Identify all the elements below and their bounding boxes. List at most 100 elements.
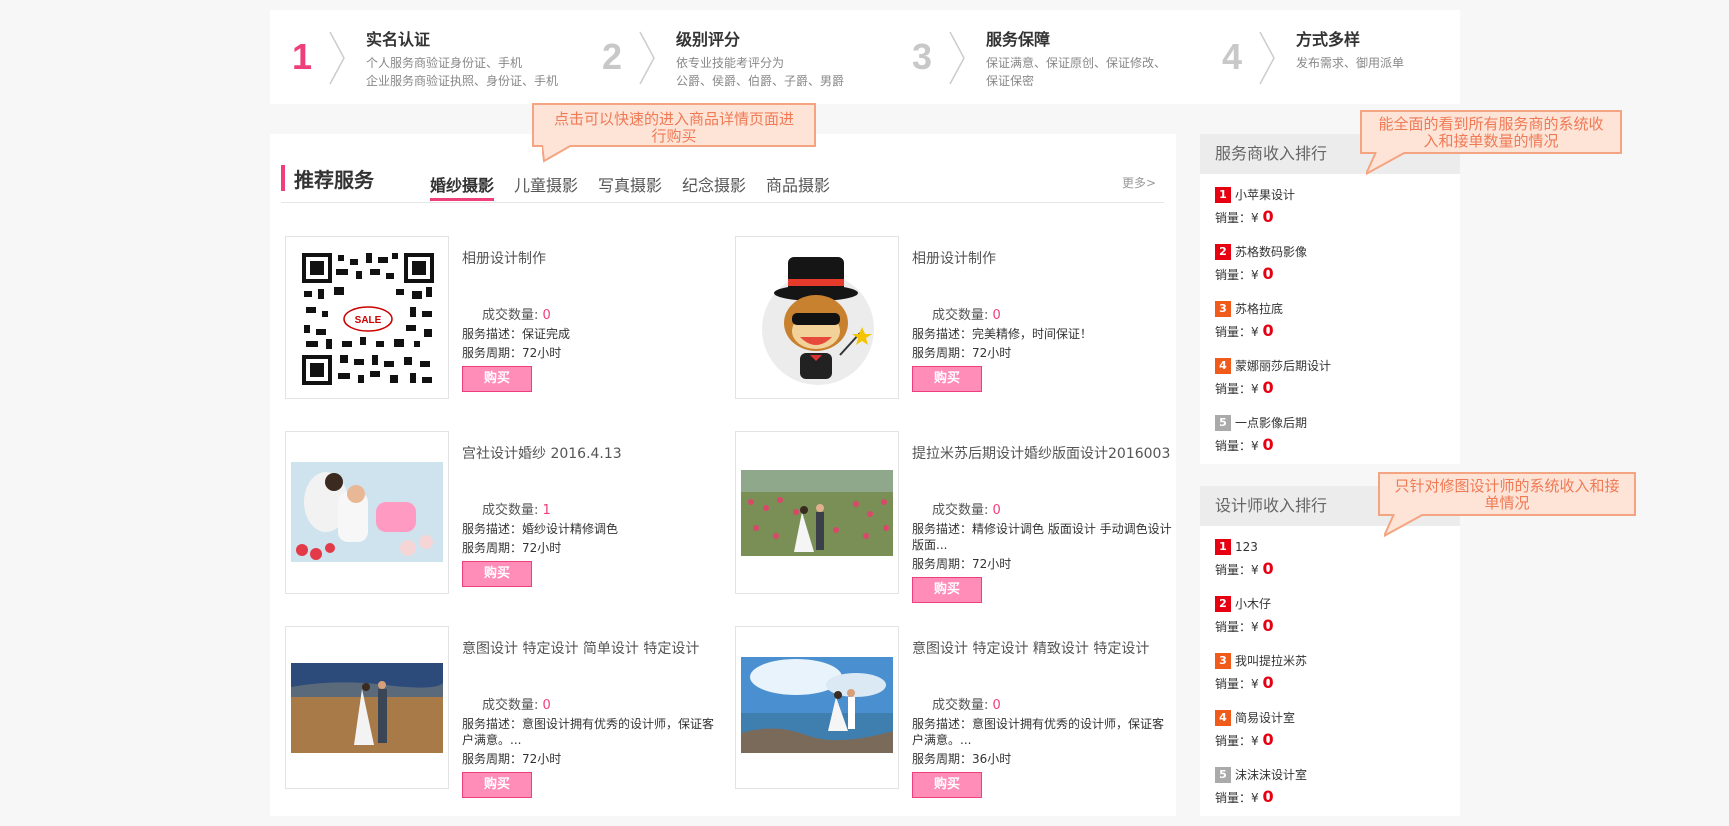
rank-badge: 4 (1215, 357, 1231, 374)
tab-children[interactable]: 儿童摄影 (514, 172, 578, 196)
callout-buy-tip: 点击可以快速的进入商品详情页面进行购买 (532, 103, 816, 163)
deal-count: 成交数量: 0 (482, 308, 551, 323)
divider (281, 202, 1164, 203)
buy-button[interactable]: 购买 (462, 772, 532, 798)
service-period: 服务周期：72小时 (462, 752, 562, 766)
ranking-item[interactable]: 3 苏格拉底 销量：¥ 0 (1215, 298, 1283, 340)
service-card: SALE 相册设计制作 成交数量: 0 服务描述：保证完成 服务周期：72小时 … (285, 236, 725, 400)
sales-value: 销量：¥ 0 (1215, 207, 1274, 226)
chevron-right-icon (639, 31, 655, 85)
step-number: 1 (292, 36, 313, 77)
provider-name[interactable]: 小苹果设计 (1235, 188, 1295, 202)
ranking-item[interactable]: 1 小苹果设计 销量：¥ 0 (1215, 184, 1295, 226)
chevron-right-icon (949, 31, 965, 85)
callout-pointer (1366, 152, 1407, 176)
provider-name[interactable]: 苏格拉底 (1235, 302, 1283, 316)
step-number: 3 (912, 36, 933, 77)
buy-button[interactable]: 购买 (462, 561, 532, 587)
deal-count: 成交数量: 0 (932, 308, 1001, 323)
tab-product[interactable]: 商品摄影 (766, 172, 830, 196)
step-1: 1 实名认证 个人服务商验证身份证、手机 企业服务商验证执照、身份证、手机 (270, 10, 570, 104)
desert-couple-photo-image[interactable] (285, 626, 449, 789)
more-link[interactable]: 更多> (1122, 174, 1156, 191)
step-desc: 依专业技能考评分为 公爵、侯爵、伯爵、子爵、男爵 (676, 56, 845, 88)
monkey-mascot-image[interactable] (735, 236, 899, 399)
callout-pointer (542, 145, 573, 163)
ranking-item[interactable]: 2 苏格数码影像 销量：¥ 0 (1215, 241, 1307, 283)
ranking-item[interactable]: 4 蒙娜丽莎后期设计 销量：¥ 0 (1215, 355, 1331, 397)
service-card: 意图设计 特定设计 精致设计 特定设计 成交数量: 0 服务描述：意图设计拥有优… (735, 626, 1175, 798)
qr-code-image[interactable]: SALE (285, 236, 449, 399)
ranking-item[interactable]: 1 123 销量：¥ 0 (1215, 536, 1274, 578)
ranking-item[interactable]: 5 一点影像后期 销量：¥ 0 (1215, 412, 1307, 454)
service-card: 宫社设计婚纱 2016.4.13 成交数量: 1 服务描述：婚纱设计精修调色 服… (285, 431, 725, 595)
service-period: 服务周期：72小时 (912, 346, 1012, 360)
step-title: 服务保障 (986, 30, 1051, 49)
section-accent-bar (281, 165, 285, 191)
chevron-right-icon (1259, 31, 1275, 85)
rank-badge: 5 (1215, 766, 1231, 783)
sales-value: 销量：¥ 0 (1215, 616, 1274, 635)
provider-name[interactable]: 一点影像后期 (1235, 416, 1307, 430)
step-desc: 发布需求、御用派单 (1296, 56, 1405, 70)
rank-badge: 2 (1215, 595, 1231, 612)
rank-badge: 2 (1215, 243, 1231, 260)
step-title: 级别评分 (676, 30, 741, 49)
service-card: 相册设计制作 成交数量: 0 服务描述：完美精修，时间保证！ 服务周期：72小时… (735, 236, 1175, 400)
provider-name[interactable]: 蒙娜丽莎后期设计 (1235, 359, 1331, 373)
sales-value: 销量：¥ 0 (1215, 378, 1274, 397)
service-period: 服务周期：72小时 (462, 541, 562, 555)
step-3: 3 服务保障 保证满意、保证原创、保证修改、 保证保密 (890, 10, 1190, 104)
chevron-right-icon (329, 31, 345, 85)
buy-button[interactable]: 购买 (912, 366, 982, 392)
service-name[interactable]: 意图设计 特定设计 简单设计 特定设计 (462, 638, 699, 658)
buy-button[interactable]: 购买 (912, 577, 982, 603)
rank-badge: 5 (1215, 414, 1231, 431)
tab-portrait[interactable]: 写真摄影 (598, 172, 662, 196)
step-number: 2 (602, 36, 623, 77)
service-desc: 服务描述：意图设计拥有优秀的设计师，保证客户满意。... (462, 717, 715, 747)
step-number: 4 (1222, 36, 1243, 77)
recommended-services-panel: 推荐服务 婚纱摄影 儿童摄影 写真摄影 纪念摄影 商品摄影 更多> SALE 相… (270, 134, 1176, 816)
service-desc: 服务描述：婚纱设计精修调色 (462, 522, 619, 536)
step-desc: 保证满意、保证原创、保证修改、 保证保密 (986, 56, 1167, 88)
buy-button[interactable]: 购买 (912, 772, 982, 798)
service-period: 服务周期：72小时 (912, 557, 1012, 571)
service-name[interactable]: 意图设计 特定设计 精致设计 特定设计 (912, 638, 1149, 658)
rank-badge: 3 (1215, 300, 1231, 317)
seaside-couple-photo-image[interactable] (735, 626, 899, 789)
callout-designer-ranking-tip: 只针对修图设计师的系统收入和接单情况 (1378, 472, 1636, 538)
sales-value: 销量：¥ 0 (1215, 730, 1274, 749)
service-name[interactable]: 宫社设计婚纱 2016.4.13 (462, 443, 622, 463)
provider-name[interactable]: 苏格数码影像 (1235, 245, 1307, 259)
service-name[interactable]: 相册设计制作 (912, 248, 996, 268)
tab-wedding[interactable]: 婚纱摄影 (430, 172, 494, 196)
designer-name[interactable]: 沫沫沫设计室 (1235, 768, 1307, 782)
ranking-item[interactable]: 2 小木仔 销量：¥ 0 (1215, 593, 1274, 635)
ranking-item[interactable]: 4 简易设计室 销量：¥ 0 (1215, 707, 1295, 749)
deal-count: 成交数量: 0 (932, 503, 1001, 518)
svg-text:SALE: SALE (355, 315, 382, 326)
ranking-item[interactable]: 3 我叫提拉米苏 销量：¥ 0 (1215, 650, 1307, 692)
deal-count: 成交数量: 0 (932, 698, 1001, 713)
service-card: 提拉米苏后期设计婚纱版面设计2016003 成交数量: 0 服务描述：精修设计调… (735, 431, 1175, 603)
service-name[interactable]: 相册设计制作 (462, 248, 546, 268)
sales-value: 销量：¥ 0 (1215, 787, 1274, 806)
service-desc: 服务描述：意图设计拥有优秀的设计师，保证客户满意。... (912, 717, 1165, 747)
designer-name[interactable]: 小木仔 (1235, 597, 1271, 611)
rank-badge: 3 (1215, 652, 1231, 669)
tab-memorial[interactable]: 纪念摄影 (682, 172, 746, 196)
sales-value: 销量：¥ 0 (1215, 559, 1274, 578)
flower-field-photo-image[interactable] (735, 431, 899, 594)
callout-pointer (1384, 514, 1425, 538)
buy-button[interactable]: 购买 (462, 366, 532, 392)
wedding-photo-image[interactable] (285, 431, 449, 594)
designer-name[interactable]: 我叫提拉米苏 (1235, 654, 1307, 668)
ranking-item[interactable]: 5 沫沫沫设计室 销量：¥ 0 (1215, 764, 1307, 806)
designer-name[interactable]: 简易设计室 (1235, 711, 1295, 725)
service-name[interactable]: 提拉米苏后期设计婚纱版面设计2016003 (912, 443, 1170, 463)
step-desc: 个人服务商验证身份证、手机 企业服务商验证执照、身份证、手机 (366, 56, 559, 88)
designer-name[interactable]: 123 (1235, 540, 1258, 554)
sales-value: 销量：¥ 0 (1215, 435, 1274, 454)
section-title: 推荐服务 (294, 168, 374, 192)
